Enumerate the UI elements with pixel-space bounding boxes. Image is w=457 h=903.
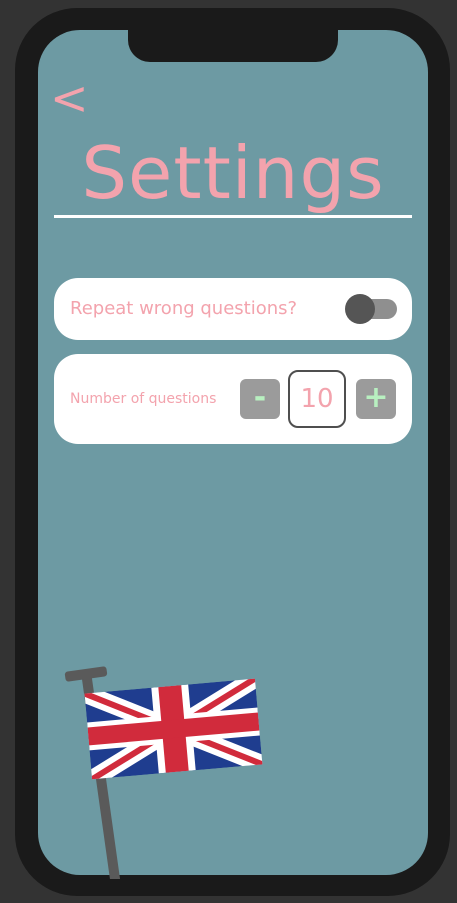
phone-notch [128,26,338,62]
uk-flag-icon [64,666,263,879]
back-button[interactable]: < [50,74,90,122]
toggle-knob [345,294,375,324]
number-of-questions-card: Number of questions - 10 + [54,354,412,444]
repeat-wrong-questions-toggle[interactable] [345,294,397,324]
decrease-questions-button[interactable]: - [240,379,280,419]
page-title: Settings [81,131,385,215]
repeat-wrong-questions-card: Repeat wrong questions? [54,278,412,340]
increase-questions-button[interactable]: + [356,379,396,419]
questions-count-field[interactable]: 10 [288,370,346,428]
number-of-questions-label: Number of questions [70,391,217,407]
repeat-wrong-questions-label: Repeat wrong questions? [70,298,298,319]
title-divider [54,215,412,218]
